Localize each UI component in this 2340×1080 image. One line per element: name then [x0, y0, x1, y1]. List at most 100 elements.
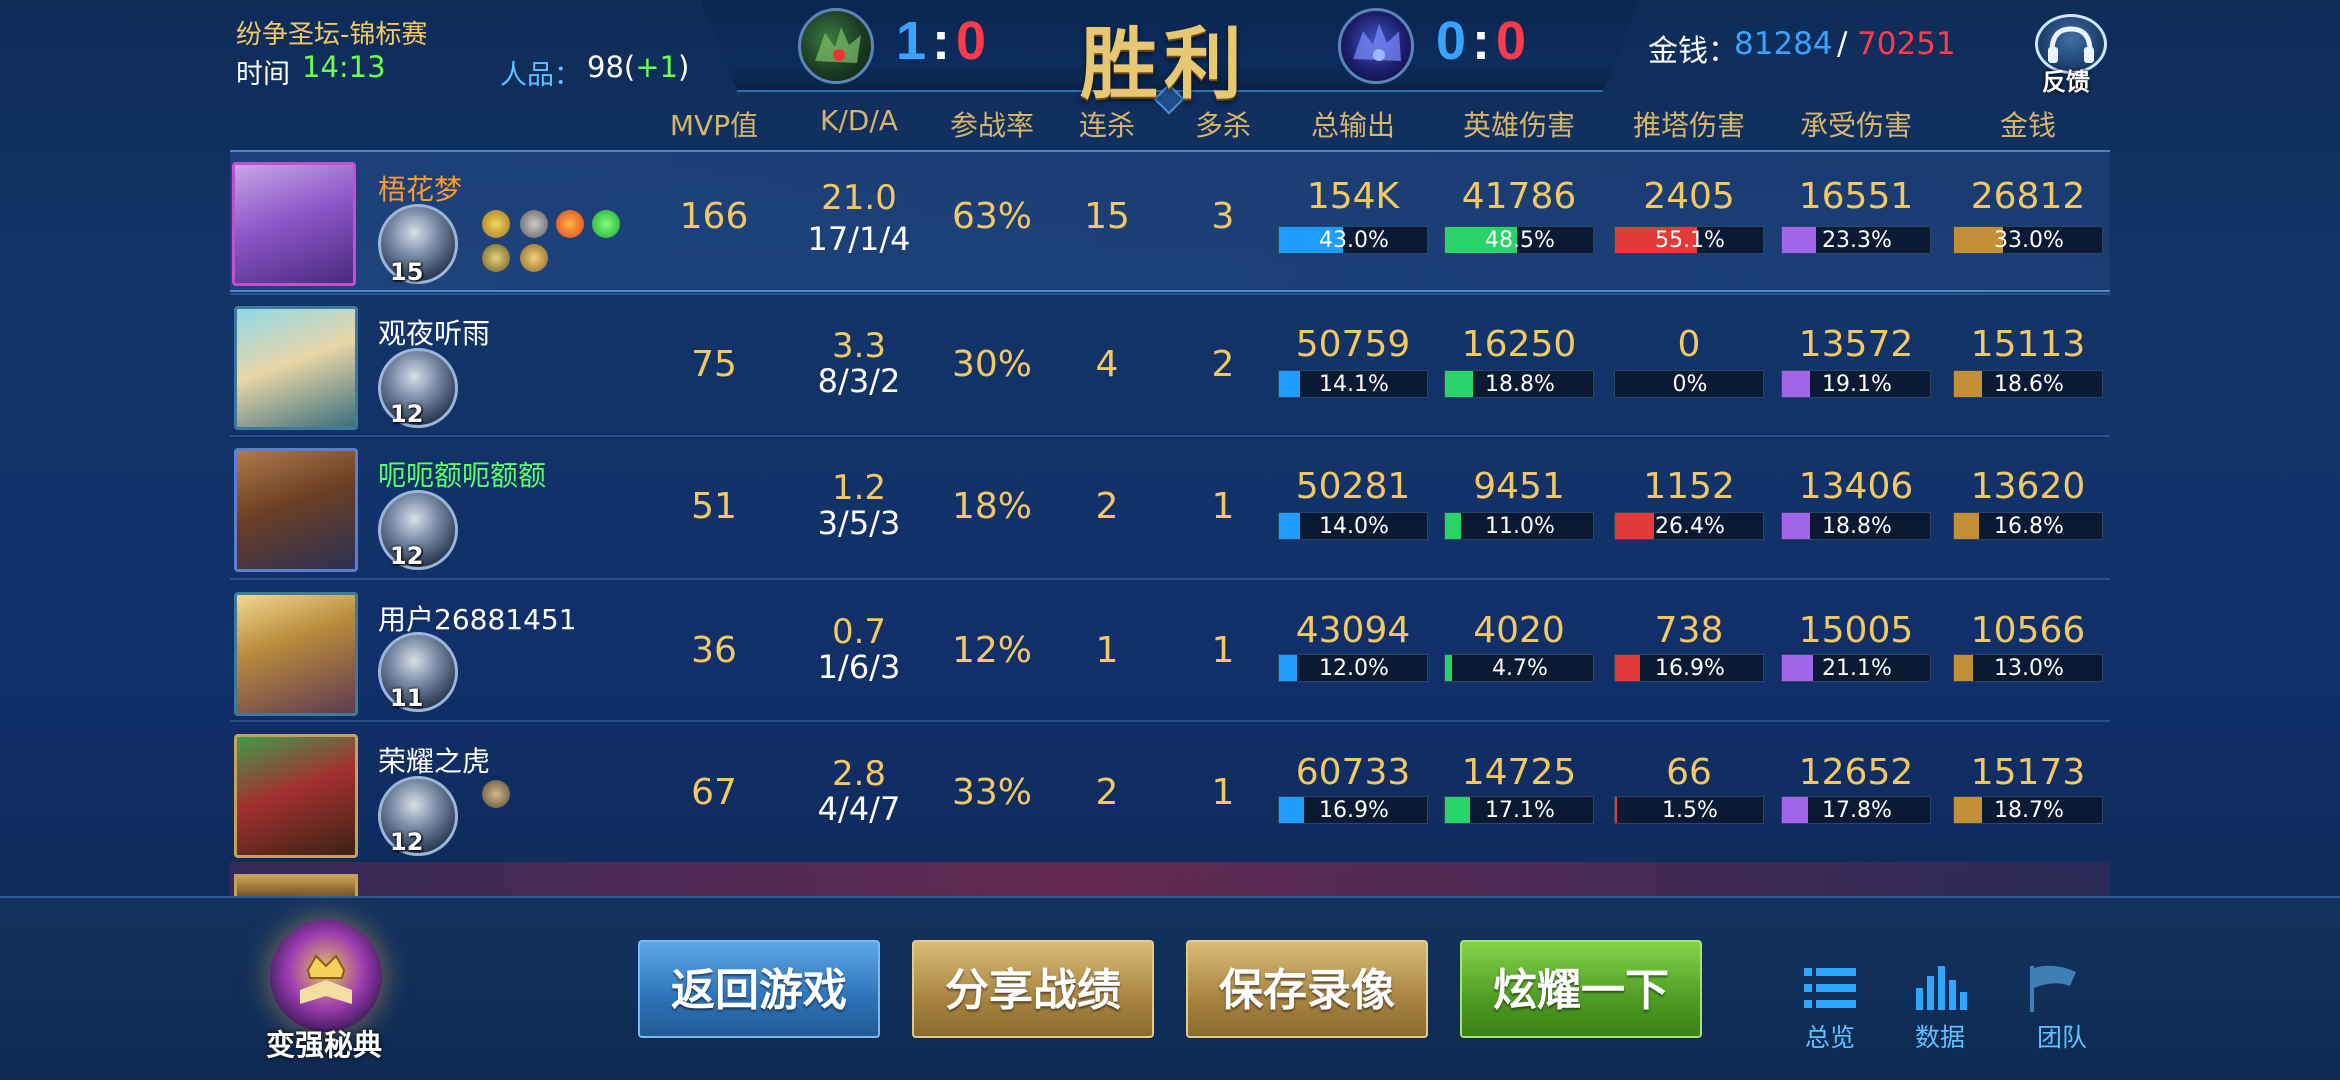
- player-name: 呃呃额呃额额: [378, 459, 547, 492]
- tower-damage-value: 0: [1677, 324, 1701, 365]
- hero-portrait[interactable]: [232, 162, 356, 286]
- gold-pct: 18.7%: [1994, 798, 2064, 823]
- kda-ratio: 0.7: [831, 612, 887, 652]
- gold-value: 15113: [1970, 324, 2086, 365]
- time-label: 时间: [236, 59, 290, 90]
- rp-value: 98(+1): [587, 50, 689, 84]
- hero-damage-value: 41786: [1461, 176, 1577, 217]
- row-highlight: [230, 150, 2110, 292]
- col-hero-damage: 英雄伤害: [1462, 109, 1575, 142]
- gold-bar: 13.0%: [1953, 654, 2103, 682]
- crown-badge-icon: [482, 210, 510, 238]
- total-output-pct: 43.0%: [1319, 228, 1389, 253]
- streak-value: 4: [1095, 344, 1119, 385]
- total-output-bar: 14.0%: [1278, 512, 1428, 540]
- hero-portrait[interactable]: [234, 448, 358, 572]
- player-level: 12: [390, 828, 424, 856]
- hero-damage-bar: 48.5%: [1444, 226, 1594, 254]
- participation-value: 30%: [951, 344, 1032, 385]
- kda-split: 17/1/4: [807, 220, 911, 258]
- trophy-badge-icon: [482, 244, 510, 272]
- share-record-button[interactable]: 分享战绩: [912, 940, 1154, 1038]
- right-score-blue: 0: [1436, 11, 1467, 71]
- participation-value: 63%: [951, 196, 1032, 237]
- streak-value: 1: [1095, 630, 1119, 671]
- streak-value: 2: [1095, 772, 1119, 813]
- hero-portrait-partial: [234, 874, 358, 898]
- damage-taken-value: 15005: [1798, 610, 1914, 651]
- streak-value: 15: [1084, 196, 1130, 237]
- tower-damage-bar: 16.9%: [1614, 654, 1764, 682]
- hero-damage-pct: 17.1%: [1485, 798, 1555, 823]
- col-damage-taken: 承受伤害: [1799, 109, 1912, 142]
- nav-team[interactable]: 团队: [2022, 1018, 2102, 1054]
- guide-book-icon[interactable]: [270, 920, 382, 1032]
- nav-overview[interactable]: 总览: [1790, 1018, 1870, 1054]
- tower-damage-value: 1152: [1643, 466, 1735, 507]
- player-level: 11: [390, 684, 424, 712]
- hero-damage-bar: 4.7%: [1444, 654, 1594, 682]
- left-score-colon: :: [932, 11, 951, 71]
- hero-portrait[interactable]: [234, 306, 358, 430]
- tower-damage-pct: 1.5%: [1662, 798, 1718, 823]
- gold-team-red: 70251: [1857, 26, 1956, 62]
- total-output-pct: 12.0%: [1319, 656, 1389, 681]
- total-output-pct: 14.0%: [1319, 514, 1389, 539]
- gold-separator: /: [1837, 26, 1848, 62]
- tower-damage-pct: 0%: [1672, 372, 1708, 397]
- bar-chart-icon[interactable]: [1910, 962, 1970, 1014]
- hero-damage-pct: 48.5%: [1485, 228, 1555, 253]
- damage-taken-bar: 23.3%: [1781, 226, 1931, 254]
- row-divider: [230, 720, 2110, 722]
- hero-portrait[interactable]: [234, 734, 358, 858]
- tower-damage-bar: 55.1%: [1614, 226, 1764, 254]
- hero-damage-value: 16250: [1461, 324, 1577, 365]
- item-badge-icon: [482, 780, 510, 808]
- mvp-value: 36: [691, 630, 737, 671]
- mvp-value: 51: [691, 486, 737, 527]
- damage-taken-bar: 17.8%: [1781, 796, 1931, 824]
- dark-dragon-emblem-icon: [1338, 8, 1414, 84]
- col-streak: 连杀: [1078, 109, 1135, 142]
- kda-split: 3/5/3: [817, 504, 901, 542]
- col-total-output: 总输出: [1310, 109, 1395, 142]
- gold-value: 13620: [1970, 466, 2086, 507]
- row-divider: [230, 293, 2110, 295]
- total-output-bar: 14.1%: [1278, 370, 1428, 398]
- tower-damage-value: 2405: [1643, 176, 1735, 217]
- damage-taken-value: 12652: [1798, 752, 1914, 793]
- return-game-button[interactable]: 返回游戏: [638, 940, 880, 1038]
- participation-value: 33%: [951, 772, 1032, 813]
- damage-taken-pct: 21.1%: [1822, 656, 1892, 681]
- row-divider: [230, 435, 2110, 437]
- gold-bar: 16.8%: [1953, 512, 2103, 540]
- col-tower-damage: 推塔伤害: [1632, 109, 1745, 142]
- damage-taken-pct: 23.3%: [1822, 228, 1892, 253]
- list-icon[interactable]: [1800, 962, 1860, 1014]
- kda-ratio: 21.0: [821, 178, 897, 218]
- kda-ratio: 2.8: [831, 754, 887, 794]
- damage-taken-pct: 18.8%: [1822, 514, 1892, 539]
- damage-taken-value: 16551: [1798, 176, 1914, 217]
- feedback-button[interactable]: 反馈: [2042, 62, 2090, 97]
- gold-pct: 13.0%: [1994, 656, 2064, 681]
- fire-badge-icon: [556, 210, 584, 238]
- flag-icon[interactable]: [2024, 962, 2084, 1014]
- hero-damage-bar: 17.1%: [1444, 796, 1594, 824]
- total-output-value: 43094: [1295, 610, 1411, 651]
- guide-label[interactable]: 变强秘典: [266, 1022, 382, 1064]
- multikill-value: 1: [1211, 772, 1235, 813]
- show-off-button[interactable]: 炫耀一下: [1460, 940, 1702, 1038]
- right-score: 0:0: [1436, 10, 1526, 72]
- total-output-value: 50281: [1295, 466, 1411, 507]
- rp-close: ): [677, 50, 690, 84]
- player-level: 12: [390, 542, 424, 570]
- hero-portrait[interactable]: [234, 592, 358, 716]
- kda-split: 1/6/3: [817, 648, 901, 686]
- nav-data[interactable]: 数据: [1900, 1018, 1980, 1054]
- rp-plus: +1: [635, 50, 678, 84]
- damage-taken-bar: 21.1%: [1781, 654, 1931, 682]
- kda-ratio: 1.2: [831, 468, 887, 508]
- kda-split: 8/3/2: [817, 362, 901, 400]
- save-replay-button[interactable]: 保存录像: [1186, 940, 1428, 1038]
